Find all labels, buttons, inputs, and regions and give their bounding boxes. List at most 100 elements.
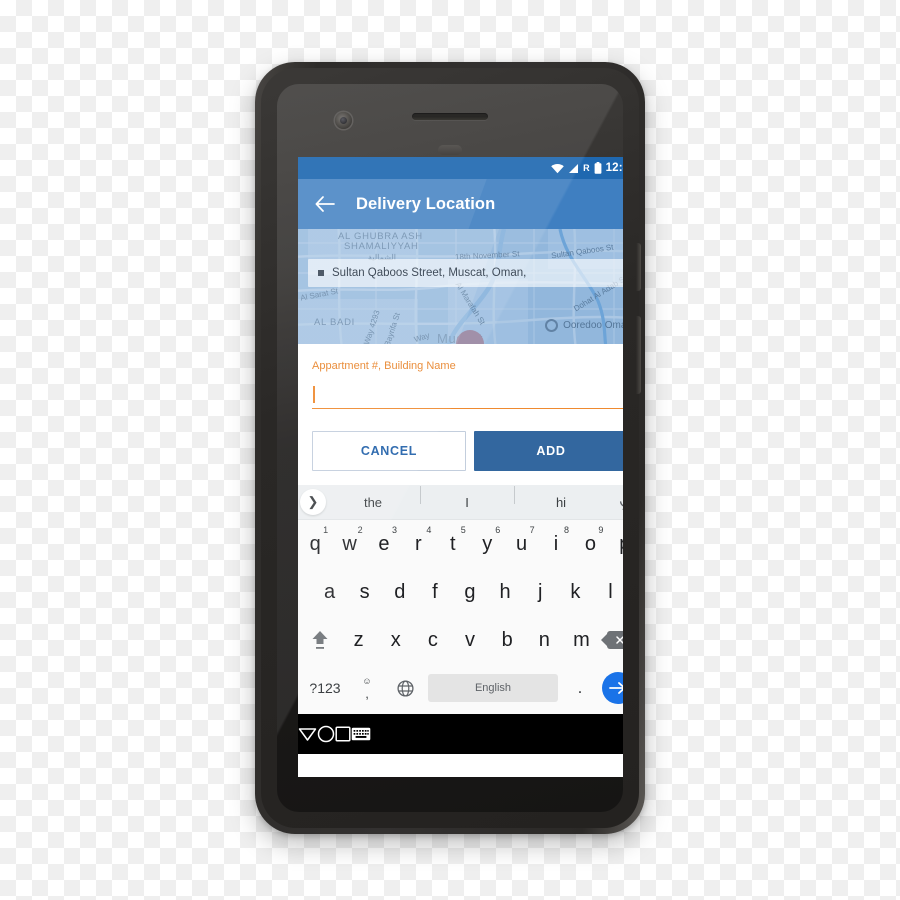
key-letter: y: [482, 532, 493, 555]
key-b[interactable]: b: [489, 616, 526, 664]
phone-glass: R 12:45 Delivery Location: [277, 84, 623, 812]
key-v[interactable]: v: [451, 616, 488, 664]
backspace-glyph: [600, 631, 623, 649]
key-number-hint: 8: [564, 525, 570, 535]
cellular-signal-icon: [568, 163, 579, 174]
key-r[interactable]: 4r: [401, 520, 435, 568]
key-number-hint: 7: [529, 525, 535, 535]
wifi-icon: [551, 163, 564, 174]
page-title: Delivery Location: [356, 194, 496, 213]
key-number-hint: 4: [426, 525, 432, 535]
key-o[interactable]: 9o: [573, 520, 607, 568]
key-i[interactable]: 8i: [539, 520, 573, 568]
roaming-indicator: R: [583, 163, 590, 173]
key-d[interactable]: d: [382, 568, 417, 616]
suggestion-item[interactable]: hi: [514, 485, 608, 510]
front-camera-icon: [335, 112, 352, 129]
battery-icon: [594, 162, 602, 174]
shift-arrow-icon[interactable]: [300, 616, 340, 664]
phone-screen: R 12:45 Delivery Location: [298, 157, 623, 777]
apartment-input[interactable]: [312, 384, 623, 409]
key-letter: q: [309, 532, 321, 555]
map-label: AL BADI: [314, 317, 355, 328]
key-letter: w: [342, 532, 357, 555]
key-u[interactable]: 7u: [504, 520, 538, 568]
key-a[interactable]: a: [312, 568, 347, 616]
language-globe-icon[interactable]: [386, 679, 424, 697]
enter-arrow-icon: [602, 672, 623, 704]
key-letter: t: [450, 532, 456, 555]
status-bar: R 12:45: [298, 157, 623, 179]
keyboard-row-3: z x c v b n m: [298, 616, 623, 664]
key-y[interactable]: 6y: [470, 520, 504, 568]
map-marker-square-icon: [318, 270, 324, 276]
keyboard-switch-icon[interactable]: [351, 727, 371, 741]
key-c[interactable]: c: [414, 616, 451, 664]
suggestion-item[interactable]: I: [420, 485, 514, 510]
key-number-hint: 2: [357, 525, 363, 535]
key-letter: u: [516, 532, 528, 555]
key-g[interactable]: g: [452, 568, 487, 616]
keyboard-row-2: a s d f g h j k l: [298, 568, 623, 616]
key-h[interactable]: h: [488, 568, 523, 616]
add-button[interactable]: ADD: [474, 431, 623, 471]
key-s[interactable]: s: [347, 568, 382, 616]
phone-device: R 12:45 Delivery Location: [255, 62, 645, 834]
chevron-right-icon[interactable]: ❯: [300, 489, 326, 515]
suggestion-strip: ❯ the I hi: [298, 485, 623, 520]
volume-button[interactable]: [636, 316, 641, 394]
key-k[interactable]: k: [558, 568, 593, 616]
phone-body: R 12:45 Delivery Location: [261, 68, 641, 828]
key-letter: e: [378, 532, 390, 555]
text-caret: [313, 386, 315, 403]
selected-address-text: Sultan Qaboos Street, Muscat, Oman,: [332, 267, 527, 279]
backspace-icon[interactable]: [600, 616, 623, 664]
period-key[interactable]: .: [562, 678, 598, 698]
key-m[interactable]: m: [563, 616, 600, 664]
key-p[interactable]: 0p: [608, 520, 623, 568]
suggestion-item[interactable]: the: [326, 495, 420, 510]
key-l[interactable]: l: [593, 568, 623, 616]
earpiece-speaker-icon: [412, 113, 488, 120]
key-n[interactable]: n: [526, 616, 563, 664]
map-poi-ooredoo: Ooredoo Oman: [545, 319, 623, 332]
key-f[interactable]: f: [417, 568, 452, 616]
key-x[interactable]: x: [377, 616, 414, 664]
emoji-smiley-icon: ☺: [362, 675, 372, 686]
key-t[interactable]: 5t: [436, 520, 470, 568]
back-arrow-icon[interactable]: [314, 193, 336, 215]
key-number-hint: 9: [598, 525, 604, 535]
comma-label: ,: [365, 685, 369, 701]
recents-square-icon[interactable]: [335, 726, 351, 742]
key-number-hint: 1: [323, 525, 329, 535]
app-bar: Delivery Location: [298, 179, 623, 229]
key-q[interactable]: 1q: [298, 520, 332, 568]
home-circle-icon[interactable]: [317, 725, 335, 743]
key-z[interactable]: z: [340, 616, 377, 664]
selected-address-chip[interactable]: Sultan Qaboos Street, Muscat, Oman,: [308, 259, 623, 287]
key-letter: p: [619, 533, 623, 556]
keyboard-dismiss-triangle-icon[interactable]: [298, 727, 317, 742]
keyboard-row-4: ?123 ☺ , English .: [298, 664, 623, 712]
key-number-hint: 5: [460, 525, 466, 535]
key-letter: i: [553, 532, 559, 555]
enter-key[interactable]: [598, 672, 623, 704]
poi-ring-icon: [545, 319, 559, 332]
power-button[interactable]: [636, 243, 641, 291]
key-w[interactable]: 2w: [332, 520, 366, 568]
microphone-icon[interactable]: [608, 493, 623, 511]
cancel-button[interactable]: CANCEL: [312, 431, 466, 471]
proximity-sensor-icon: [438, 145, 462, 155]
key-e[interactable]: 3e: [367, 520, 401, 568]
map-view[interactable]: AL GHUBRA ASH SHAMALIYYAH الشمالية 18th …: [298, 229, 623, 344]
space-key[interactable]: English: [428, 674, 558, 702]
key-j[interactable]: j: [523, 568, 558, 616]
symbols-key[interactable]: ?123: [302, 680, 348, 696]
keyboard-row-1: 1q 2w 3e 4r 5t 6y 7u 8i 9o 0p: [298, 520, 623, 568]
key-number-hint: 6: [495, 525, 501, 535]
key-letter: r: [415, 532, 422, 555]
form-button-row: CANCEL ADD: [312, 431, 623, 471]
comma-emoji-key[interactable]: ☺ ,: [348, 675, 386, 701]
map-label: SHAMALIYYAH: [344, 241, 419, 252]
address-details-form: Appartment #, Building Name CANCEL ADD: [298, 344, 623, 485]
